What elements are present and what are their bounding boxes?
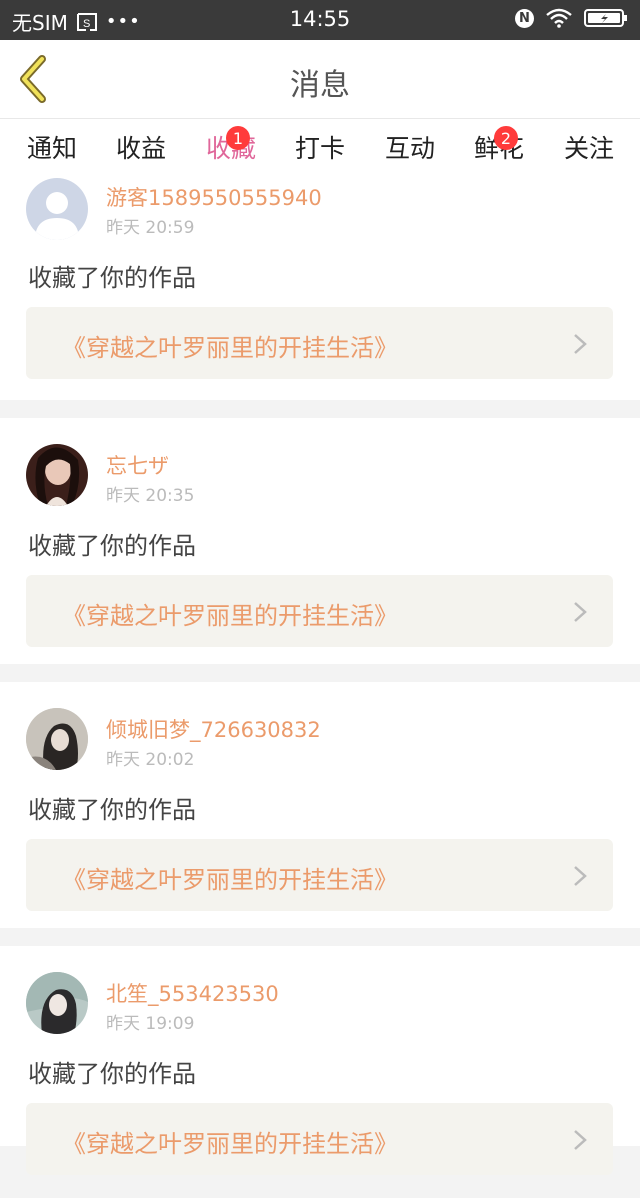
message-category-tabs: 通知 收益 收藏 1 打卡 互动 鲜花 2 关注 [0,118,640,181]
tab-interaction[interactable]: 互动 [385,129,435,165]
timestamp: 昨天 20:59 [106,218,195,238]
timestamp: 昨天 20:02 [106,750,195,770]
status-bar: 无SIM S ••• 14:55 N [0,0,640,40]
message-card: 倾城旧梦_726630832 昨天 20:02 收藏了你的作品 《穿越之叶罗丽里… [0,682,640,928]
default-avatar[interactable] [26,178,88,240]
work-link[interactable]: 《穿越之叶罗丽里的开挂生活》 [26,307,613,379]
tab-notice[interactable]: 通知 [27,129,77,165]
battery-icon [584,9,627,27]
status-right: N [515,8,628,28]
chevron-right-icon [574,602,587,622]
tab-follow[interactable]: 关注 [564,129,614,165]
tab-flowers[interactable]: 鲜花 2 [474,126,524,165]
work-title: 《穿越之叶罗丽里的开挂生活》 [62,334,398,362]
wifi-icon [546,8,572,28]
work-title: 《穿越之叶罗丽里的开挂生活》 [62,866,398,894]
unread-badge: 1 [225,126,250,150]
work-link[interactable]: 《穿越之叶罗丽里的开挂生活》 [26,839,613,911]
message-list: 游客1589550555940 昨天 20:59 收藏了你的作品 《穿越之叶罗丽… [0,174,640,1175]
action-text: 收藏了你的作品 [28,264,196,292]
message-card: 游客1589550555940 昨天 20:59 收藏了你的作品 《穿越之叶罗丽… [0,174,640,400]
tab-label: 通知 [26,134,78,163]
chevron-right-icon [574,334,587,354]
tab-checkin[interactable]: 打卡 [295,129,345,165]
message-card: 北笙_553423530 昨天 19:09 收藏了你的作品 《穿越之叶罗丽里的开… [0,946,640,1175]
page-title: 消息 [290,68,350,103]
user-photo-avatar[interactable] [26,444,88,506]
tab-label: 互动 [384,134,436,163]
tab-label: 收益 [115,134,167,163]
username[interactable]: 倾城旧梦_726630832 [106,714,321,744]
action-text: 收藏了你的作品 [28,1060,196,1088]
timestamp: 昨天 19:09 [106,1014,195,1034]
unread-badge: 2 [493,126,518,150]
tab-earnings[interactable]: 收益 [116,129,166,165]
action-text: 收藏了你的作品 [28,796,196,824]
chevron-right-icon [574,866,587,886]
user-photo-avatar[interactable] [26,708,88,770]
user-photo-avatar[interactable] [26,972,88,1034]
tab-label: 打卡 [294,134,346,163]
tab-label: 关注 [563,134,615,163]
work-link[interactable]: 《穿越之叶罗丽里的开挂生活》 [26,575,613,647]
username[interactable]: 北笙_553423530 [106,978,279,1008]
top-navigation-bar: 消息 [0,40,640,118]
work-link[interactable]: 《穿越之叶罗丽里的开挂生活》 [26,1103,613,1175]
username[interactable]: 忘七ザ [106,450,169,480]
work-title: 《穿越之叶罗丽里的开挂生活》 [62,602,398,630]
message-card: 忘七ザ 昨天 20:35 收藏了你的作品 《穿越之叶罗丽里的开挂生活》 [0,418,640,664]
action-text: 收藏了你的作品 [28,532,196,560]
tab-favorites[interactable]: 收藏 1 [206,126,256,181]
work-title: 《穿越之叶罗丽里的开挂生活》 [62,1130,398,1158]
chevron-right-icon [574,1130,587,1150]
timestamp: 昨天 20:35 [106,486,195,506]
username[interactable]: 游客1589550555940 [106,182,322,212]
nfc-icon: N [515,8,534,28]
